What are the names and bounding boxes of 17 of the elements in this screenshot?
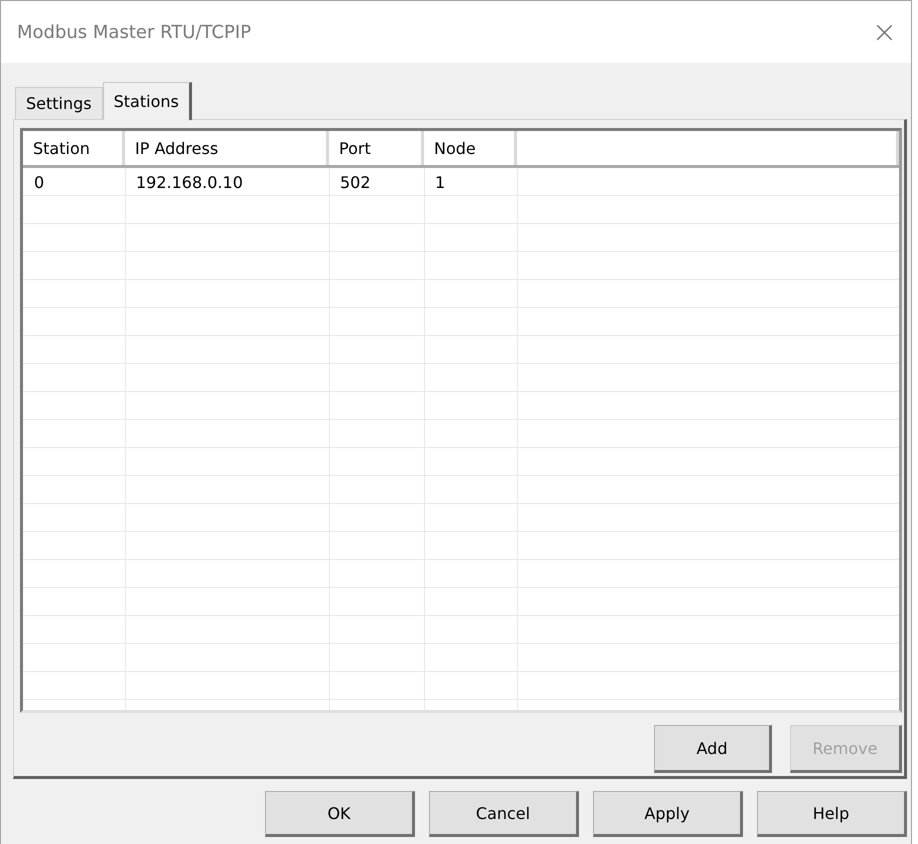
dialog-button[interactable]: Help [757,791,907,837]
dialog-button[interactable]: Cancel [429,791,579,837]
column-header[interactable]: Port [329,131,424,165]
dialog-button[interactable]: Apply [593,791,743,837]
column-header[interactable]: IP Address [125,131,329,165]
add-button[interactable]: Add [654,725,772,773]
close-button[interactable]: × [872,14,897,50]
tab[interactable]: Stations [102,82,192,120]
table-cell-text: 1 [434,172,446,194]
tab[interactable]: Settings [15,87,103,119]
table-cell-text: 502 [339,172,372,194]
window-title: Modbus Master RTU/TCPIP [17,22,252,42]
dialog-button[interactable]: OK [265,791,415,837]
table-cell-text: 0 [33,172,46,194]
column-header[interactable]: Node [424,131,517,165]
column-header[interactable]: Station [23,131,125,165]
table-cell-text: 192.168.0.10 [135,172,244,194]
